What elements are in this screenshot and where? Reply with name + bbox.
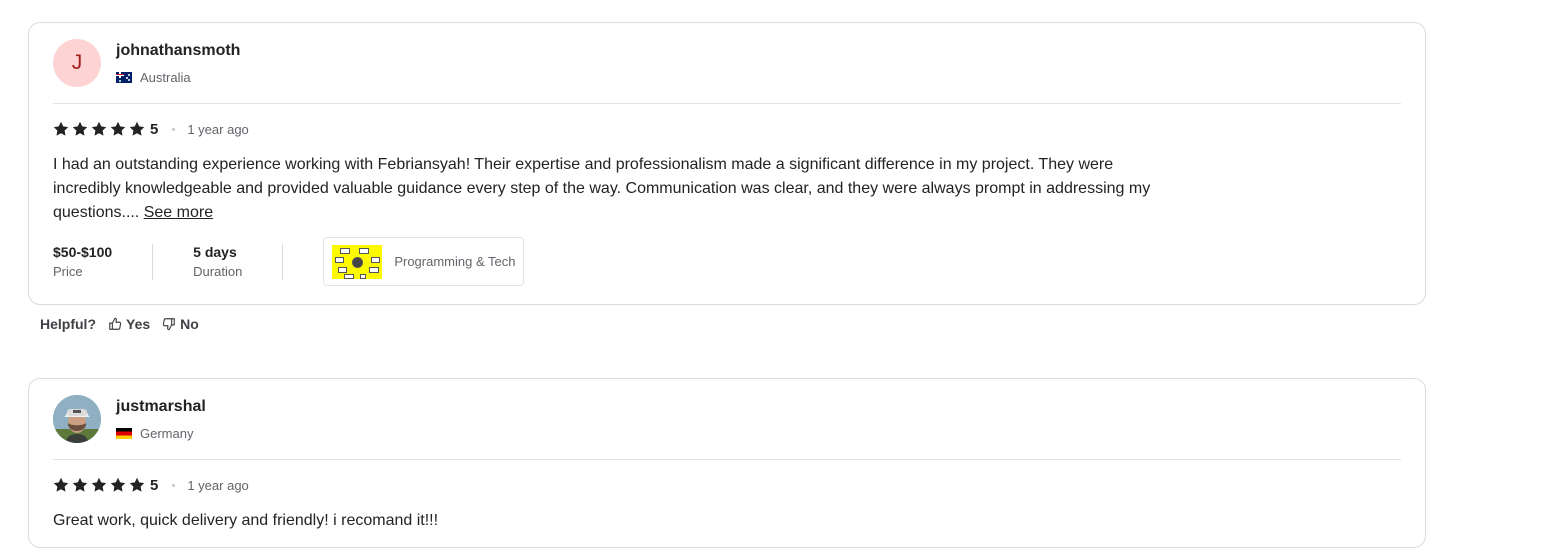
price-value: $50-$100 [53, 244, 113, 260]
helpful-label: Helpful? [40, 316, 96, 332]
price-label: Price [53, 264, 83, 279]
star-rating [53, 121, 145, 137]
avatar-letter: J [71, 51, 83, 74]
no-label: No [180, 316, 199, 332]
divider [152, 243, 154, 280]
star-rating [53, 477, 145, 493]
star-icon [110, 121, 126, 136]
yes-label: Yes [126, 316, 151, 332]
review-text: I had an outstanding experience working … [53, 153, 1153, 225]
rating-value: 5 [150, 120, 159, 138]
thumbs-down-icon [162, 318, 175, 331]
star-icon [91, 477, 107, 492]
rating-value: 5 [150, 476, 159, 494]
star-icon [110, 477, 126, 492]
review-body: I had an outstanding experience working … [53, 156, 1151, 221]
star-icon [72, 121, 88, 136]
review-card: justmarshal Germany 5 1 year ago Great w… [28, 378, 1426, 548]
duration-label: Duration [193, 264, 243, 279]
duration-value: 5 days [193, 244, 237, 260]
avatar[interactable]: J [53, 39, 101, 87]
helpful-no-button[interactable]: No [162, 316, 199, 332]
gig-category: Programming & Tech [394, 254, 516, 269]
helpful-yes-button[interactable]: Yes [108, 316, 150, 332]
duration-info: 5 days Duration [193, 244, 242, 280]
thumbs-up-icon [109, 317, 122, 330]
reviewer-country: Germany [116, 426, 193, 441]
separator-dot [172, 127, 176, 131]
see-more-link[interactable]: See more [144, 204, 213, 221]
reviewer-country: Australia [116, 70, 191, 85]
country-name: Germany [140, 426, 194, 441]
review-body: Great work, quick delivery and friendly!… [53, 512, 439, 529]
star-icon [91, 121, 107, 136]
helpful-bar: Helpful? Yes No [40, 316, 199, 332]
reviewer-username[interactable]: justmarshal [116, 398, 206, 416]
review-meta: $50-$100 Price 5 days Duration Programmi… [53, 237, 525, 286]
star-icon [72, 477, 88, 492]
avatar[interactable] [53, 395, 101, 443]
australia-flag-icon [116, 72, 132, 83]
avatar-photo [53, 395, 101, 443]
country-name: Australia [140, 70, 191, 85]
gig-thumbnail [332, 244, 383, 279]
rating-row: 5 1 year ago [53, 119, 249, 139]
divider [53, 459, 1401, 460]
star-icon [129, 121, 145, 136]
star-icon [129, 477, 145, 492]
review-text: Great work, quick delivery and friendly!… [53, 509, 1153, 533]
rating-row: 5 1 year ago [53, 475, 249, 495]
reviewer-username[interactable]: johnathansmoth [116, 42, 240, 60]
review-time: 1 year ago [187, 121, 249, 137]
star-icon [53, 121, 69, 136]
germany-flag-icon [116, 428, 132, 439]
review-card: J johnathansmoth Australia 5 1 year ago … [28, 22, 1426, 305]
divider [53, 103, 1401, 104]
gig-link[interactable]: Programming & Tech [323, 237, 525, 286]
star-icon [53, 477, 69, 492]
divider [282, 243, 284, 280]
separator-dot [172, 483, 176, 487]
review-time: 1 year ago [187, 477, 249, 493]
price-info: $50-$100 Price [53, 244, 112, 280]
